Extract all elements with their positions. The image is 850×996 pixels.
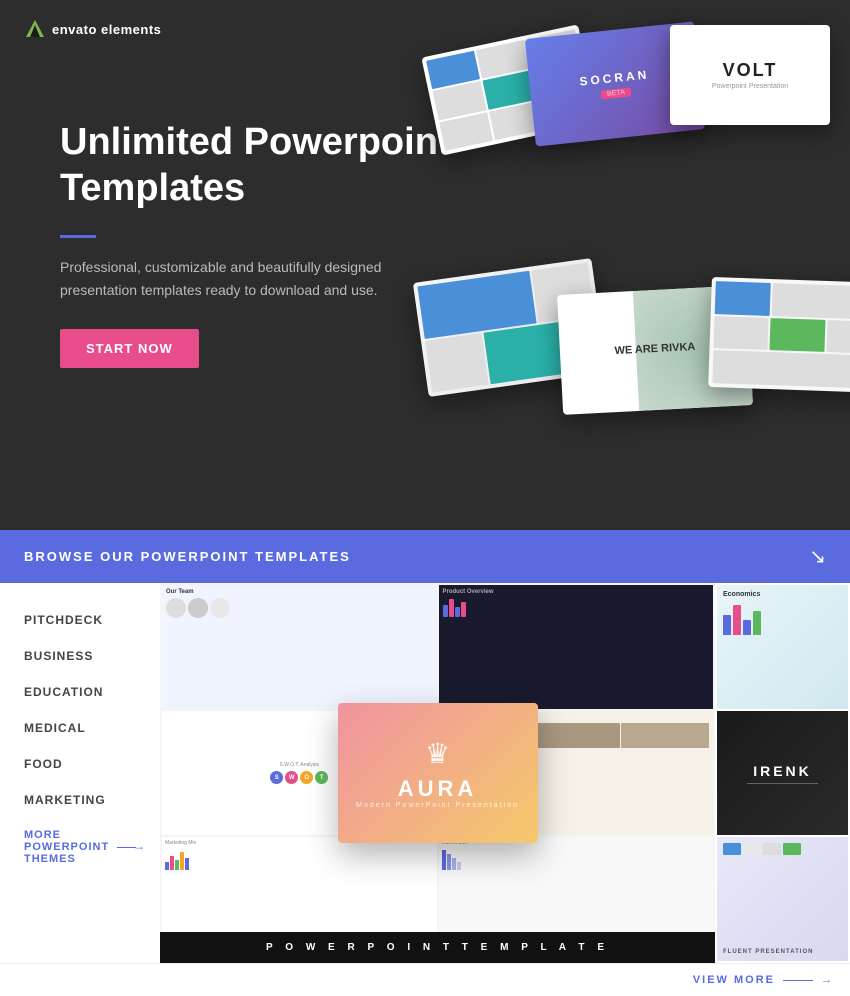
hero-section: envato elements Unlimited Powerpoint Tem… xyxy=(0,0,850,530)
view-more-link[interactable]: VIEW MORE → xyxy=(693,974,834,986)
hero-subtitle: Professional, customizable and beautiful… xyxy=(60,256,420,301)
featured-sub: Modern PowerPoint Presentation xyxy=(356,802,519,809)
thumb-economics-label: Economics xyxy=(723,591,842,598)
right-thumbnails: Economics IRENK xyxy=(715,583,850,963)
socran-badge: BETA xyxy=(601,87,632,99)
hero-divider xyxy=(60,235,96,238)
logo[interactable]: envato elements xyxy=(24,18,161,40)
preview-cluster: Our Team Product Overview xyxy=(160,583,715,963)
start-now-button[interactable]: START NOW xyxy=(60,329,199,368)
browse-section: BROWSE OUR POWERPOINT TEMPLATES ↘ PITCHD… xyxy=(0,530,850,996)
featured-name: AURA xyxy=(398,776,478,802)
featured-crown-icon: ♛ xyxy=(425,737,450,770)
view-more-line xyxy=(783,980,813,981)
thumb-fluent-label: FLUENT PRESENTATION xyxy=(723,949,842,955)
thumbnail-fluent[interactable]: FLUENT PRESENTATION xyxy=(717,837,848,961)
socran-title: SOCRAN xyxy=(579,67,650,88)
more-themes-link[interactable]: MORE POWERPOINT THEMES xyxy=(24,829,136,865)
category-food[interactable]: FOOD xyxy=(24,757,136,771)
preview-cell-team: Our Team xyxy=(162,585,437,709)
rivka-title: WE ARE RIVKA xyxy=(614,341,695,358)
more-themes-arrow xyxy=(117,847,136,848)
view-more-label: VIEW MORE xyxy=(693,974,775,986)
templates-main: Our Team Product Overview xyxy=(160,583,850,963)
volt-title: VOLT xyxy=(723,60,778,81)
thumb-irenk-label: IRENK xyxy=(753,763,812,779)
slide-mockup-volt: VOLT Powerpoint Presentation xyxy=(670,25,830,125)
envato-logo-icon xyxy=(24,18,46,40)
thumbnail-irenk[interactable]: IRENK xyxy=(717,711,848,835)
logo-text: envato elements xyxy=(52,22,161,37)
categories-sidebar: PITCHDECK BUSINESS EDUCATION MEDICAL FOO… xyxy=(0,583,160,963)
browse-header-arrow: ↘ xyxy=(809,544,826,569)
category-education[interactable]: EDUCATION xyxy=(24,685,136,699)
preview-cell-product: Product Overview xyxy=(439,585,714,709)
hero-mockups: SOCRAN BETA VOLT Powerpoint Presentation xyxy=(400,10,850,530)
view-more-arrow-icon: → xyxy=(821,974,834,986)
thumbnail-economics[interactable]: Economics xyxy=(717,585,848,709)
category-medical[interactable]: MEDICAL xyxy=(24,721,136,735)
slide-mockup-bottom-right xyxy=(708,277,850,393)
volt-sub: Powerpoint Presentation xyxy=(712,83,788,90)
browse-body: PITCHDECK BUSINESS EDUCATION MEDICAL FOO… xyxy=(0,583,850,963)
powerpoint-template-bar: P O W E R P O I N T T E M P L A T E xyxy=(160,932,715,963)
category-pitchdeck[interactable]: PITCHDECK xyxy=(24,613,136,627)
category-marketing[interactable]: MARKETING xyxy=(24,793,136,807)
browse-title: BROWSE OUR POWERPOINT TEMPLATES xyxy=(24,549,351,564)
featured-card[interactable]: ♛ AURA Modern PowerPoint Presentation xyxy=(338,703,538,843)
view-more-bar: VIEW MORE → xyxy=(0,963,850,996)
browse-header: BROWSE OUR POWERPOINT TEMPLATES ↘ xyxy=(0,530,850,583)
category-business[interactable]: BUSINESS xyxy=(24,649,136,663)
